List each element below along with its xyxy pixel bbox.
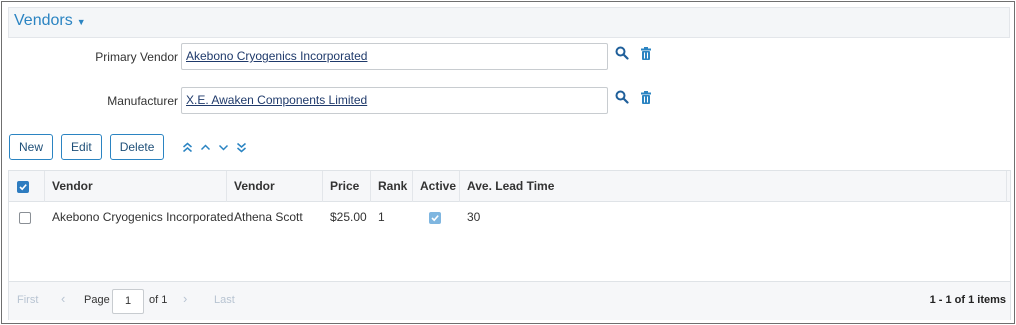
active-checkbox: [429, 212, 441, 224]
pager-of-label: of 1: [149, 294, 168, 306]
items-count: 1 - 1 of 1 items: [929, 294, 1006, 306]
manufacturer-label: Manufacturer: [107, 94, 178, 108]
manufacturer-link[interactable]: X.E. Awaken Components Limited: [186, 93, 367, 107]
vendors-section-toggle[interactable]: Vendors ▼: [14, 12, 86, 30]
chevron-right-icon[interactable]: ›: [183, 291, 187, 306]
row-checkbox[interactable]: [19, 212, 31, 224]
grid-toolbar: New Edit Delete: [9, 134, 249, 160]
manufacturer-field[interactable]: X.E. Awaken Components Limited: [181, 87, 608, 114]
new-button[interactable]: New: [9, 134, 54, 160]
select-all-cell: [9, 171, 45, 202]
trash-icon[interactable]: [638, 45, 654, 61]
section-title: Vendors: [14, 12, 73, 29]
cell-vendor: Akebono Cryogenics Incorporated: [52, 210, 234, 224]
chevron-up-icon[interactable]: [198, 139, 213, 155]
pager-last[interactable]: Last: [214, 294, 235, 306]
search-icon[interactable]: [614, 45, 630, 61]
vendors-grid: Vendor Vendor Contact Price Rank Active …: [8, 170, 1011, 320]
primary-vendor-field[interactable]: Akebono Cryogenics Incorporated: [181, 43, 608, 70]
trash-icon[interactable]: [638, 89, 654, 105]
primary-vendor-row: Primary Vendor Akebono Cryogenics Incorp…: [2, 43, 702, 71]
vendors-panel: Vendors ▼ Primary Vendor Akebono Cryogen…: [1, 1, 1015, 324]
caret-down-icon: ▼: [76, 17, 86, 27]
primary-vendor-label: Primary Vendor: [95, 50, 178, 64]
cell-ave-lead-time: 30: [467, 210, 481, 224]
chevron-left-icon[interactable]: ‹: [61, 291, 65, 306]
select-all-checkbox[interactable]: [17, 181, 29, 193]
grid-empty-area: [9, 232, 1010, 282]
grid-header: Vendor Vendor Contact Price Rank Active …: [9, 171, 1010, 224]
vendors-section-header: Vendors ▼: [8, 7, 1010, 38]
column-price[interactable]: Price: [323, 171, 371, 202]
cell-active: [413, 202, 460, 232]
cell-rank: 1: [378, 210, 385, 224]
column-rank[interactable]: Rank: [371, 171, 413, 202]
grid-pager: First ‹ Page 1 of 1 › Last 1 - 1 of 1 it…: [9, 281, 1010, 320]
edit-button[interactable]: Edit: [61, 134, 102, 160]
row-select-cell: [9, 202, 45, 232]
column-ave-lead-time[interactable]: Ave. Lead Time: [460, 171, 1007, 202]
pager-first[interactable]: First: [17, 294, 38, 306]
manufacturer-row: Manufacturer X.E. Awaken Components Limi…: [2, 87, 702, 115]
pager-page-label: Page: [84, 294, 110, 306]
delete-button[interactable]: Delete: [109, 134, 165, 160]
chevron-down-icon[interactable]: [216, 139, 231, 155]
cell-vendor-contact: Athena Scott: [234, 210, 303, 224]
search-icon[interactable]: [614, 89, 630, 105]
column-active[interactable]: Active: [413, 171, 460, 202]
table-row[interactable]: Akebono Cryogenics Incorporated Athena S…: [9, 202, 1010, 232]
column-vendor[interactable]: Vendor: [45, 171, 227, 202]
column-vendor-contact[interactable]: Vendor Contact: [227, 171, 323, 224]
primary-vendor-link[interactable]: Akebono Cryogenics Incorporated: [186, 49, 367, 63]
double-chevron-up-icon[interactable]: [180, 139, 195, 155]
reorder-controls: [180, 139, 249, 155]
page-number-input[interactable]: 1: [112, 289, 144, 314]
double-chevron-down-icon[interactable]: [234, 139, 249, 155]
cell-price: $25.00: [330, 210, 367, 224]
